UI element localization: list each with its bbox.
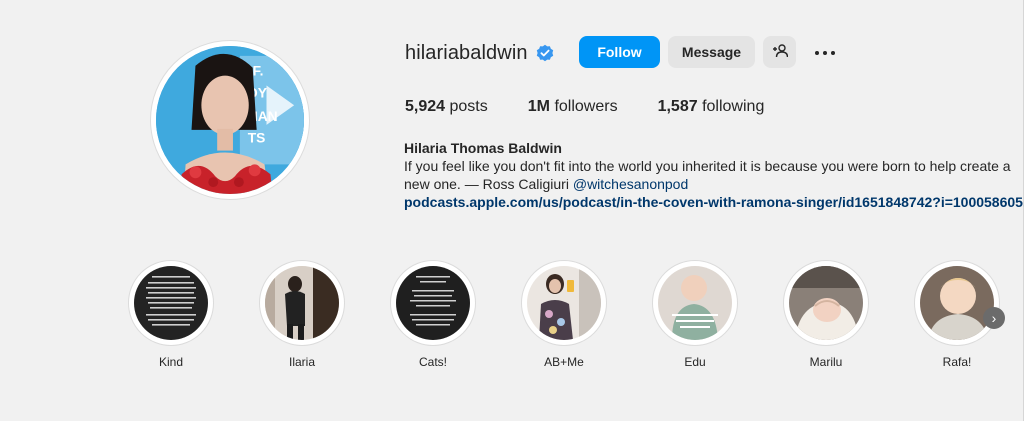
more-options-icon — [813, 44, 837, 60]
avatar-photo: F. DY HAN TS — [156, 46, 304, 194]
verified-badge-icon — [536, 44, 554, 62]
highlights-next-button[interactable]: › — [983, 307, 1005, 329]
profile-page: F. DY HAN TS hilariabaldwin Follow Messa… — [0, 0, 1024, 421]
highlight-cover — [652, 260, 738, 346]
bio-text-block: If you feel like you don't fit into the … — [404, 157, 1014, 193]
highlight-label: Rafa! — [942, 355, 972, 369]
followers-stat[interactable]: 1M followers — [528, 98, 618, 116]
highlight-cover — [914, 260, 1000, 346]
following-label: following — [702, 98, 765, 115]
highlight-item[interactable]: Marilu — [783, 260, 869, 369]
full-name: Hilaria Thomas Baldwin — [404, 140, 562, 156]
follow-button[interactable]: Follow — [579, 36, 660, 68]
chevron-right-icon: › — [991, 310, 997, 326]
highlight-label: Ilaria — [288, 355, 315, 369]
svg-text:F.: F. — [253, 63, 264, 79]
highlight-label: Kind — [158, 355, 184, 369]
username: hilariabaldwin — [405, 41, 528, 64]
highlight-cover — [128, 260, 214, 346]
following-stat[interactable]: 1,587 following — [658, 98, 765, 116]
highlight-cover — [259, 260, 345, 346]
following-count: 1,587 — [657, 98, 698, 115]
highlight-label: Marilu — [809, 355, 843, 369]
profile-avatar[interactable]: F. DY HAN TS — [150, 40, 310, 200]
followers-count: 1M — [527, 98, 550, 115]
highlight-cover — [783, 260, 869, 346]
highlight-item[interactable]: AB+Me — [521, 260, 607, 369]
message-button[interactable]: Message — [668, 36, 755, 68]
more-options-button[interactable] — [808, 36, 842, 68]
profile-bio: Hilaria Thomas Baldwin If you feel like … — [404, 139, 1024, 211]
bio-text: If you feel like you don't fit into the … — [404, 158, 1011, 192]
profile-header: hilariabaldwin — [405, 36, 554, 70]
highlight-label: Edu — [684, 355, 706, 369]
highlight-item[interactable]: Ilaria — [259, 260, 345, 369]
highlight-item[interactable]: Kind — [128, 260, 214, 369]
highlight-item[interactable]: Edu — [652, 260, 738, 369]
posts-stat: 5,924 posts — [405, 98, 488, 116]
add-user-button[interactable] — [763, 36, 796, 68]
posts-label: posts — [449, 98, 488, 115]
posts-count: 5,924 — [405, 98, 446, 115]
add-user-icon — [772, 43, 788, 62]
highlight-item[interactable]: Cats! — [390, 260, 476, 369]
highlight-label: Cats! — [418, 355, 447, 369]
bio-external-link[interactable]: podcasts.apple.com/us/podcast/in-the-cov… — [404, 193, 1024, 211]
followers-label: followers — [554, 98, 618, 115]
profile-stats: 5,924 posts 1M followers 1,587 following — [405, 98, 804, 116]
highlight-cover — [390, 260, 476, 346]
bio-mention-link[interactable]: @witchesanonpod — [573, 176, 688, 192]
highlight-label: AB+Me — [544, 355, 584, 369]
highlight-cover — [521, 260, 607, 346]
svg-text:TS: TS — [248, 130, 266, 146]
